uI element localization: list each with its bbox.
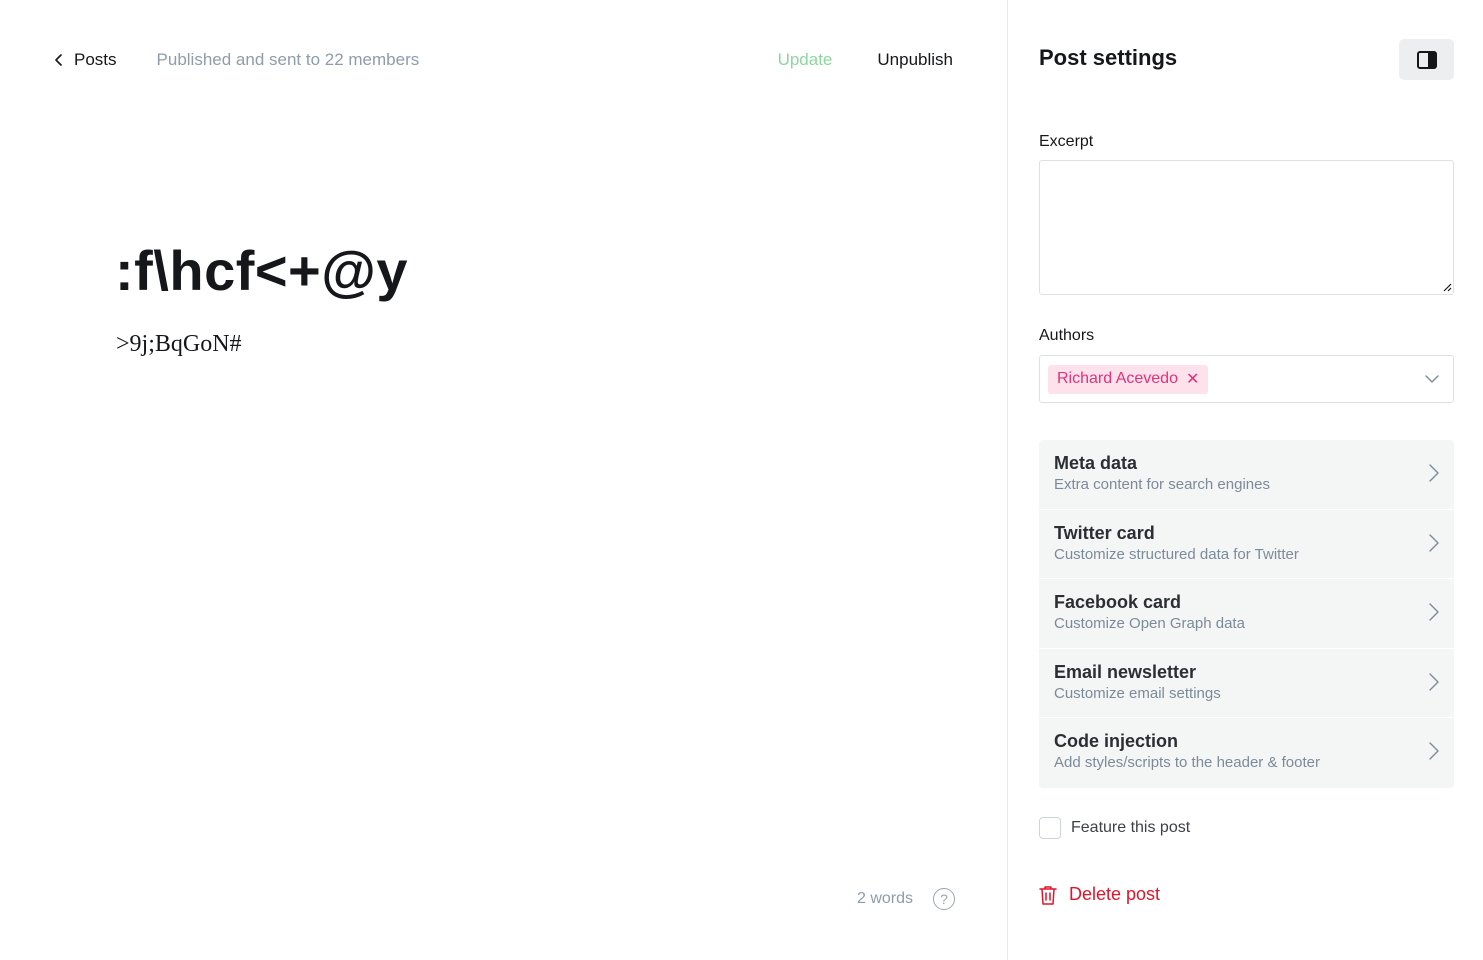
post-settings-panel: Post settings Excerpt Authors Richard Ac…	[1007, 0, 1483, 960]
chevron-left-icon	[55, 54, 62, 66]
menu-item-subtitle: Customize Open Graph data	[1054, 615, 1245, 632]
update-button[interactable]: Update	[778, 50, 833, 70]
feature-post-checkbox[interactable]	[1039, 817, 1061, 839]
menu-item-subtitle: Customize structured data for Twitter	[1054, 545, 1299, 563]
menu-item-title: Email newsletter	[1054, 661, 1197, 682]
menu-item-title: Twitter card	[1054, 522, 1155, 543]
feature-post-toggle[interactable]: Feature this post	[1039, 817, 1190, 839]
back-to-posts-link[interactable]: Posts	[54, 50, 117, 70]
authors-select[interactable]: Richard Acevedo ✕	[1039, 355, 1454, 403]
excerpt-field[interactable]	[1039, 160, 1454, 295]
trash-icon	[1039, 885, 1057, 905]
menu-item-facebook-card[interactable]: Facebook card Customize Open Graph data	[1039, 579, 1454, 649]
word-count: 2 words	[856, 890, 913, 907]
post-title[interactable]: :f\hcf<+@y	[115, 236, 408, 306]
menu-item-twitter-card[interactable]: Twitter card Customize structured data f…	[1039, 509, 1454, 579]
resize-grip-icon[interactable]	[1440, 280, 1452, 292]
close-icon[interactable]: ✕	[1186, 369, 1199, 389]
editor-topbar: Posts Published and sent to 22 members U…	[54, 46, 953, 74]
help-circle-icon[interactable]: ?	[933, 888, 955, 910]
chevron-down-icon	[1425, 375, 1439, 383]
settings-title: Post settings	[1039, 45, 1178, 70]
editor-pane: Posts Published and sent to 22 members U…	[0, 0, 1007, 960]
menu-item-subtitle: Add styles/scripts to the header & foote…	[1054, 754, 1320, 771]
chevron-right-icon	[1429, 464, 1439, 482]
feature-post-label: Feature this post	[1071, 819, 1191, 836]
menu-item-title: Code injection	[1054, 731, 1179, 751]
chevron-right-icon	[1429, 533, 1439, 552]
chevron-right-icon	[1429, 742, 1439, 760]
editor-footer: 2 words ?	[857, 888, 955, 910]
unpublish-button[interactable]: Unpublish	[877, 50, 953, 70]
settings-menu: Meta data Extra content for search engin…	[1039, 440, 1454, 788]
menu-item-title: Facebook card	[1054, 592, 1182, 612]
menu-item-meta-data[interactable]: Meta data Extra content for search engin…	[1039, 440, 1454, 510]
chevron-right-icon	[1429, 672, 1439, 691]
post-body[interactable]: >9j;BqGoN#	[116, 328, 242, 360]
authors-label: Authors	[1039, 327, 1095, 344]
menu-item-title: Meta data	[1054, 453, 1138, 473]
menu-item-email-newsletter[interactable]: Email newsletter Customize email setting…	[1039, 648, 1454, 718]
menu-item-code-injection[interactable]: Code injection Add styles/scripts to the…	[1039, 718, 1454, 788]
chevron-right-icon	[1429, 603, 1439, 621]
menu-item-subtitle: Extra content for search engines	[1054, 476, 1270, 493]
sidebar-toggle-button[interactable]	[1399, 39, 1454, 80]
menu-item-subtitle: Customize email settings	[1054, 684, 1221, 702]
author-chip: Richard Acevedo ✕	[1048, 364, 1209, 394]
excerpt-label: Excerpt	[1039, 133, 1094, 150]
sidebar-toggle-icon	[1416, 50, 1437, 69]
back-label: Posts	[74, 50, 117, 69]
author-name: Richard Acevedo	[1057, 370, 1178, 387]
delete-post-button[interactable]: Delete post	[1039, 884, 1160, 905]
delete-post-label: Delete post	[1069, 884, 1161, 904]
publish-status: Published and sent to 22 members	[156, 50, 420, 69]
